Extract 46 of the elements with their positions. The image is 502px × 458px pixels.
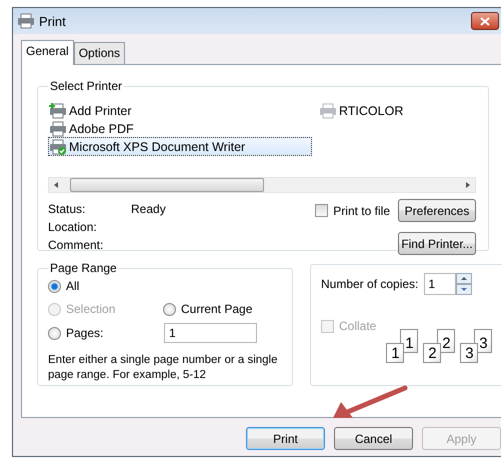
radio-button[interactable]	[48, 326, 61, 340]
horizontal-scrollbar[interactable]	[48, 177, 476, 193]
page-number: 1	[405, 336, 414, 352]
group-title: Select Printer	[49, 79, 124, 93]
checkbox[interactable]	[315, 204, 328, 217]
field-label: Comment:	[48, 238, 104, 254]
printer-icon	[17, 13, 35, 29]
group-title: Page Range	[49, 261, 118, 275]
page-number: 2	[442, 336, 451, 352]
tab[interactable]: Options	[74, 42, 126, 64]
close-icon	[480, 16, 490, 26]
checkbox-label: Collate	[339, 319, 376, 333]
copies-field[interactable]: 1	[424, 273, 456, 295]
printer-icon	[49, 102, 67, 118]
hint-text: Enter either a single page number or a single page range. For example, 5-12	[48, 353, 279, 383]
window-title: Print	[39, 14, 67, 28]
radio-label: Pages:	[66, 326, 104, 340]
spin-button[interactable]	[456, 273, 472, 295]
field-value: Ready	[131, 202, 166, 218]
field-label: Location:	[48, 220, 98, 236]
field-label: Status:	[48, 202, 86, 218]
pages-field[interactable]: 1	[164, 323, 257, 343]
radio-label: Selection	[66, 302, 116, 316]
radio-button[interactable]	[48, 280, 61, 292]
copies-label: Number of copies:	[321, 277, 418, 291]
close-button[interactable]	[471, 12, 499, 30]
printer-item[interactable]: RTICOLOR	[318, 101, 404, 120]
radio-label: Current Page	[181, 302, 252, 316]
page-number: 2	[428, 346, 437, 362]
preferences-button[interactable]: Preferences	[398, 199, 476, 222]
radio-label: All	[66, 279, 80, 293]
printer-icon	[49, 120, 67, 136]
dialog-button[interactable]: Cancel	[334, 427, 413, 450]
printer-item[interactable]: Add Printer	[48, 101, 133, 120]
dialog-button[interactable]: Print	[246, 427, 325, 450]
printer-item[interactable]: Microsoft XPS Document Writer	[48, 137, 312, 156]
find-printer-button[interactable]: Find Printer...	[398, 232, 476, 255]
page-number: 1	[391, 346, 400, 362]
page-number: 3	[479, 336, 488, 352]
page-number: 3	[465, 346, 474, 362]
printer-icon	[49, 138, 67, 154]
tab[interactable]: General	[21, 40, 74, 65]
printer-item[interactable]: Adobe PDF	[48, 119, 135, 138]
checkbox-label: Print to file	[333, 204, 390, 218]
printer-icon	[319, 102, 337, 118]
radio-button[interactable]	[163, 302, 176, 316]
